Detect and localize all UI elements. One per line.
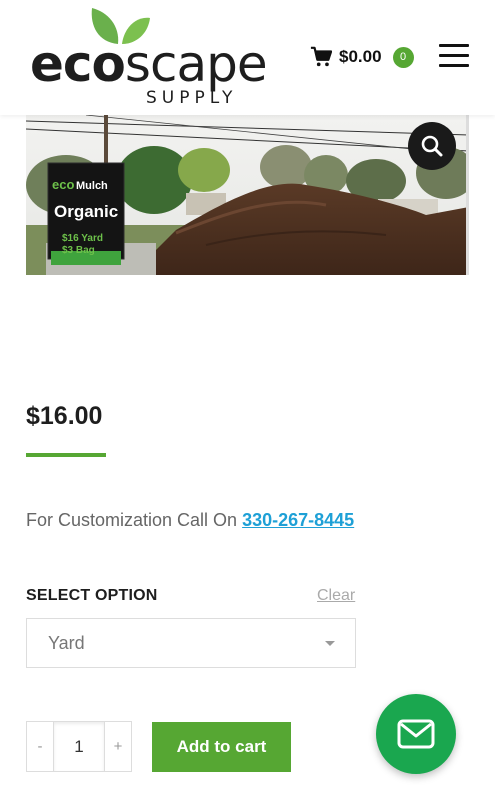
ecoscape-logo[interactable]: ecoscape SUPPLY [30,4,270,110]
sign-price-bag: $3 Bag [62,245,95,256]
product-image[interactable]: eco Mulch Organic $16 Yard $3 Bag [26,115,469,275]
clear-link[interactable]: Clear [317,587,355,605]
mail-icon [397,719,435,749]
phone-link[interactable]: 330-267-8445 [242,510,354,530]
site-header: ecoscape SUPPLY $0.00 0 [0,0,495,115]
cart-total: $0.00 [339,47,382,66]
cart-count-badge: 0 [392,46,414,68]
sign-product: Organic [54,202,118,221]
quantity-plus-button[interactable]: + [105,722,131,771]
sign-price-yard: $16 Yard [62,233,103,244]
zoom-button[interactable] [408,122,456,170]
sign-brand-eco: eco [52,177,74,192]
option-select-value: Yard [48,633,85,653]
logo-subtitle: SUPPLY [146,88,238,108]
hamburger-icon[interactable] [439,44,469,67]
customization-text: For Customization Call On [26,510,238,530]
cart-link[interactable]: $0.00 0 [310,44,414,70]
price-underline [26,453,106,457]
quantity-stepper: - 1 + [26,721,132,772]
cart-icon [310,46,332,67]
select-option-label: SELECT OPTION [26,587,158,604]
chevron-down-icon [325,641,335,646]
add-to-cart-button[interactable]: Add to cart [152,722,291,772]
search-icon [421,135,443,157]
contact-fab[interactable] [376,694,456,774]
quantity-input[interactable]: 1 [53,722,105,771]
option-select[interactable]: Yard [26,618,356,668]
quantity-minus-button[interactable]: - [27,722,53,771]
customization-note: For Customization Call On 330-267-8445 [26,510,354,531]
product-price: $16.00 [26,402,103,430]
sign-brand-mulch: Mulch [76,180,108,192]
logo-wordmark: ecoscape [30,35,268,93]
